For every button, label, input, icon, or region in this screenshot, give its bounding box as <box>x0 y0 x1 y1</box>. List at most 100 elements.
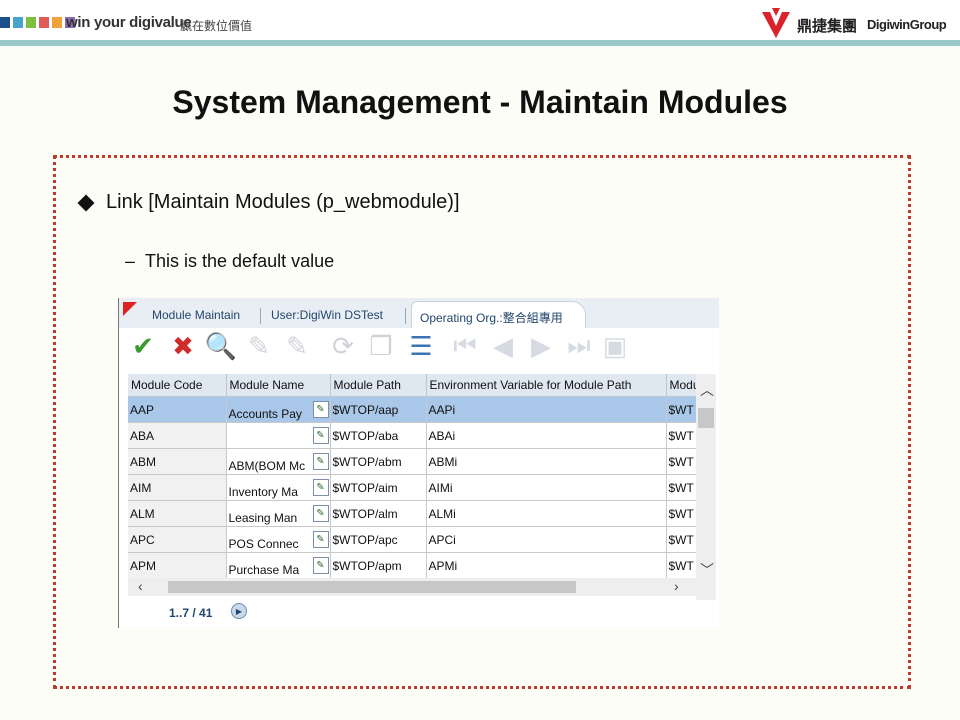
module-grid: Module Code Module Name Module Path Envi… <box>128 374 697 579</box>
export-icon[interactable]: ▣ <box>599 330 631 362</box>
digiwin-logo-icon <box>762 8 790 38</box>
logo-squares <box>0 17 75 29</box>
vertical-scrollbar[interactable]: ︿ ﹀ <box>696 374 716 600</box>
cell-env-variable[interactable]: APMi <box>426 552 667 579</box>
cell-module-code[interactable]: AIM <box>128 474 227 501</box>
scroll-down-icon[interactable]: ﹀ <box>700 560 714 580</box>
cell-module-path[interactable]: $WTOP/apm <box>330 552 427 579</box>
cell-module-name[interactable]: Inventory Ma ✎ <box>226 474 331 501</box>
vertical-scroll-thumb[interactable] <box>698 408 714 428</box>
cell-env-variable[interactable]: APCi <box>426 526 667 553</box>
main-bullet-text: Link [Maintain Modules (p_webmodule)] <box>106 191 460 213</box>
cell-env-variable[interactable]: ALMi <box>426 500 667 527</box>
cell-module-code[interactable]: ALM <box>128 500 227 527</box>
cell-module-path[interactable]: $WTOP/apc <box>330 526 427 553</box>
table-row[interactable]: APM Purchase Ma ✎ $WTOP/apm APMi $WT <box>128 552 697 579</box>
cell-module-path[interactable]: $WTOP/aim <box>330 474 427 501</box>
cell-module-name[interactable]: Leasing Man ✎ <box>226 500 331 527</box>
table-header-row: Module Code Module Name Module Path Envi… <box>128 374 697 397</box>
slide-title: System Management - Maintain Modules <box>172 84 788 120</box>
cell-module-code[interactable]: APM <box>128 552 227 579</box>
table-row[interactable]: ALM Leasing Man ✎ $WTOP/alm ALMi $WT <box>128 500 697 527</box>
tab-separator <box>260 308 261 324</box>
tab-operating-org-label: Operating Org.:整合組專用 <box>420 311 563 325</box>
red-corner-icon <box>123 302 137 316</box>
cell-module-partial[interactable]: $WT <box>666 448 697 475</box>
module-name-text: ABM(BOM Mc <box>228 458 306 473</box>
cell-module-name[interactable]: Purchase Ma ✎ <box>226 552 331 579</box>
column-header-module-path[interactable]: Module Path <box>330 374 427 397</box>
cell-module-partial[interactable]: $WT <box>666 474 697 501</box>
cell-module-code[interactable]: ABM <box>128 448 227 475</box>
cell-module-path[interactable]: $WTOP/aap <box>330 396 427 423</box>
cell-module-code[interactable]: ABA <box>128 422 227 449</box>
grid-view-icon[interactable]: ☰ <box>405 330 437 362</box>
tab-user[interactable]: User:DigiWin DSTest <box>271 308 383 322</box>
edit-name-icon[interactable]: ✎ <box>312 557 329 574</box>
refresh-icon[interactable]: ⟳ <box>327 330 359 362</box>
toolbar: ✔ ✖ 🔍 ✎ ✎ ⟳ ❐ ☰ ⏮ ◀ ▶ ⏭ ▣ <box>119 328 719 368</box>
column-header-module-partial[interactable]: Modu <box>666 374 697 397</box>
header-divider <box>0 40 960 46</box>
cell-module-name[interactable]: ABM(BOM Mc ✎ <box>226 448 331 475</box>
scroll-up-icon[interactable]: ︿ <box>700 380 714 400</box>
next-record-icon[interactable]: ▶ <box>525 330 557 362</box>
edit-name-icon[interactable]: ✎ <box>312 453 329 470</box>
cell-module-code[interactable]: APC <box>128 526 227 553</box>
cell-module-partial[interactable]: $WT <box>666 500 697 527</box>
tab-operating-org[interactable]: Operating Org.:整合組專用 <box>411 301 586 328</box>
edit-name-icon[interactable]: ✎ <box>312 531 329 548</box>
last-record-icon[interactable]: ⏭ <box>563 330 595 362</box>
table-row[interactable]: ABM ABM(BOM Mc ✎ $WTOP/abm ABMi $WT <box>128 448 697 475</box>
column-header-module-name[interactable]: Module Name <box>226 374 331 397</box>
scroll-right-icon[interactable]: › <box>674 578 679 594</box>
cell-module-name[interactable]: Accounts Pay ✎ <box>226 396 331 423</box>
pencil-icon[interactable]: ✎ <box>243 330 275 362</box>
cell-env-variable[interactable]: ABMi <box>426 448 667 475</box>
column-header-module-code[interactable]: Module Code <box>128 374 227 397</box>
tab-bar: Module Maintain User:DigiWin DSTest Oper… <box>119 298 719 329</box>
edit-name-icon[interactable]: ✎ <box>312 427 329 444</box>
edit-doc-icon[interactable]: ✎ <box>281 330 313 362</box>
cancel-x-icon[interactable]: ✖ <box>167 330 199 362</box>
cell-module-partial[interactable]: $WT <box>666 526 697 553</box>
scroll-left-icon[interactable]: ‹ <box>138 578 143 594</box>
edit-name-icon[interactable]: ✎ <box>312 479 329 496</box>
copy-icon[interactable]: ❐ <box>365 330 397 362</box>
edit-name-icon[interactable]: ✎ <box>312 505 329 522</box>
sub-bullet-text: This is the default value <box>145 251 335 271</box>
table-row[interactable]: ABA ✎ $WTOP/aba ABAi $WT <box>128 422 697 449</box>
cell-module-path[interactable]: $WTOP/abm <box>330 448 427 475</box>
edit-name-icon[interactable]: ✎ <box>312 401 329 418</box>
group-name-english: DigiwinGroup <box>867 17 947 32</box>
cell-env-variable[interactable]: AIMi <box>426 474 667 501</box>
next-page-icon[interactable]: ▶ <box>231 603 247 619</box>
cell-module-name[interactable]: POS Connec ✎ <box>226 526 331 553</box>
slogan-chinese: 贏在數位價值 <box>180 19 253 33</box>
cell-env-variable[interactable]: AAPi <box>426 396 667 423</box>
module-name-text: Inventory Ma <box>228 484 298 499</box>
cell-module-partial[interactable]: $WT <box>666 552 697 579</box>
cell-module-name[interactable]: ✎ <box>226 422 331 449</box>
horizontal-scrollbar[interactable]: ‹ › <box>128 578 696 596</box>
previous-record-icon[interactable]: ◀ <box>487 330 519 362</box>
tab-module-maintain[interactable]: Module Maintain <box>152 308 240 322</box>
main-bullet: Link [Maintain Modules (p_webmodule)] <box>77 191 460 214</box>
logo-square <box>13 17 23 28</box>
cell-env-variable[interactable]: ABAi <box>426 422 667 449</box>
cell-module-partial[interactable]: $WT <box>666 396 697 423</box>
table-row[interactable]: AAP Accounts Pay ✎ $WTOP/aap AAPi $WT <box>128 396 697 423</box>
cell-module-code[interactable]: AAP <box>128 396 227 423</box>
horizontal-scroll-thumb[interactable] <box>168 581 576 593</box>
logo-square <box>0 17 10 28</box>
cell-module-partial[interactable]: $WT <box>666 422 697 449</box>
cell-module-path[interactable]: $WTOP/aba <box>330 422 427 449</box>
search-magnifier-icon[interactable]: 🔍 <box>205 330 237 362</box>
table-row[interactable]: APC POS Connec ✎ $WTOP/apc APCi $WT <box>128 526 697 553</box>
column-header-env-variable[interactable]: Environment Variable for Module Path <box>426 374 667 397</box>
first-record-icon[interactable]: ⏮ <box>449 330 481 362</box>
cell-module-path[interactable]: $WTOP/alm <box>330 500 427 527</box>
pager-text: 1..7 / 41 <box>169 606 213 620</box>
confirm-check-icon[interactable]: ✔ <box>127 330 159 362</box>
table-row[interactable]: AIM Inventory Ma ✎ $WTOP/aim AIMi $WT <box>128 474 697 501</box>
